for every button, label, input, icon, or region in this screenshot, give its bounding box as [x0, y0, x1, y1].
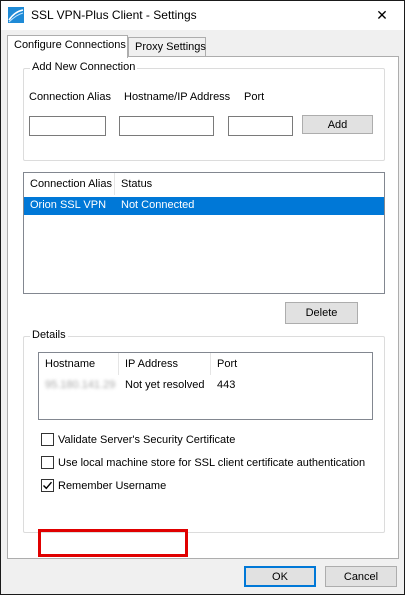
checkbox-label: Use local machine store for SSL client c… [58, 456, 366, 469]
details-list-header: Hostname IP Address Port [39, 353, 372, 375]
validate-certificate-checkbox[interactable] [41, 433, 54, 446]
checkmark-icon [43, 481, 53, 490]
column-header-status[interactable]: Status [115, 173, 384, 195]
cancel-button[interactable]: Cancel [325, 566, 397, 587]
add-button-label: Add [327, 118, 348, 131]
window-title: SSL VPN-Plus Client - Settings [31, 8, 197, 22]
remember-username-checkbox[interactable] [41, 479, 54, 492]
connection-alias-cell: Orion SSL VPN [30, 199, 107, 211]
hostname-input[interactable] [119, 116, 214, 136]
delete-button-label: Delete [305, 307, 338, 319]
local-machine-store-checkbox[interactable] [41, 456, 54, 469]
tab-label: Configure Connections [14, 39, 126, 51]
group-label: Add New Connection [30, 61, 138, 73]
hostname-label: Hostname/IP Address [124, 91, 231, 103]
ip-address-cell: Not yet resolved [125, 379, 205, 391]
connections-list-header: Connection Alias Status [24, 173, 384, 195]
validate-certificate-option[interactable]: Validate Server's Security Certificate [41, 433, 235, 446]
connection-row[interactable]: Orion SSL VPN Not Connected [24, 197, 384, 215]
details-list[interactable]: Hostname IP Address Port 95.180.141.29 N… [38, 352, 373, 420]
details-row[interactable]: 95.180.141.29 Not yet resolved 443 [39, 377, 372, 395]
hostname-cell: 95.180.141.29 [45, 379, 116, 391]
close-button[interactable]: ✕ [360, 1, 404, 30]
ok-button-label: OK [272, 570, 288, 583]
checkbox-label: Validate Server's Security Certificate [58, 433, 236, 446]
checkbox-label: Remember Username [58, 479, 167, 492]
tab-proxy-settings[interactable]: Proxy Settings [128, 37, 206, 57]
configure-connections-panel: Add New Connection Connection Alias Host… [7, 56, 399, 559]
connection-alias-input[interactable] [29, 116, 106, 136]
local-machine-store-option[interactable]: Use local machine store for SSL client c… [41, 456, 365, 469]
column-header-hostname[interactable]: Hostname [39, 353, 119, 375]
ssl-vpn-app-icon [8, 7, 24, 23]
port-label: Port [244, 91, 265, 103]
column-header-ip-address[interactable]: IP Address [119, 353, 211, 375]
close-icon: ✕ [376, 7, 388, 23]
group-label: Details [30, 329, 68, 341]
highlight-box [38, 529, 188, 557]
settings-window: SSL VPN-Plus Client - Settings ✕ Configu… [0, 0, 405, 595]
port-input[interactable] [228, 116, 293, 136]
connection-alias-label: Connection Alias [29, 91, 111, 103]
remember-username-option[interactable]: Remember Username [41, 479, 166, 492]
delete-button[interactable]: Delete [285, 302, 358, 324]
column-header-port[interactable]: Port [211, 353, 372, 375]
title-bar: SSL VPN-Plus Client - Settings ✕ [1, 1, 404, 30]
cancel-button-label: Cancel [343, 570, 379, 583]
tab-label: Proxy Settings [135, 41, 206, 53]
details-group: Details Hostname IP Address Port 95.180.… [23, 329, 385, 533]
port-cell: 443 [217, 379, 236, 391]
tab-configure-connections[interactable]: Configure Connections [7, 35, 128, 58]
connection-status-cell: Not Connected [121, 199, 195, 211]
column-header-connection-alias[interactable]: Connection Alias [24, 173, 115, 195]
add-button[interactable]: Add [302, 115, 373, 134]
ok-button[interactable]: OK [244, 566, 316, 587]
add-new-connection-group: Add New Connection Connection Alias Host… [23, 61, 385, 161]
connections-list[interactable]: Connection Alias Status Orion SSL VPN No… [23, 172, 385, 294]
